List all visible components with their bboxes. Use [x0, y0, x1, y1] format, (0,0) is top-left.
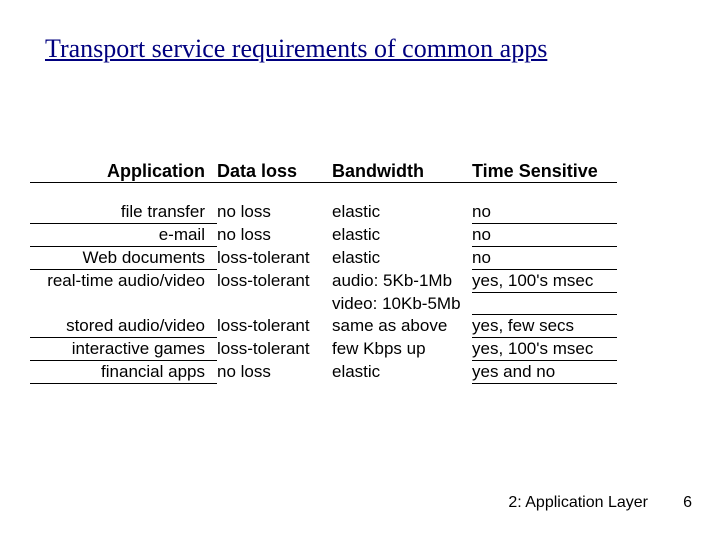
cell-loss: no loss — [217, 201, 332, 224]
cell-bw: audio: 5Kb-1Mb — [332, 270, 472, 293]
cell-loss: loss-tolerant — [217, 270, 332, 293]
cell-bw: elastic — [332, 201, 472, 224]
cell-app: e-mail — [30, 224, 217, 247]
table-row: stored audio/video loss-tolerant same as… — [30, 315, 617, 338]
cell-loss: no loss — [217, 224, 332, 247]
table-row: file transfer no loss elastic no — [30, 201, 617, 224]
table-row: e-mail no loss elastic no — [30, 224, 617, 247]
cell-ts: yes, 100's msec — [472, 338, 617, 361]
cell-app: Web documents — [30, 247, 217, 270]
table-header-row: Application Data loss Bandwidth Time Sen… — [30, 160, 617, 183]
slide-title: Transport service requirements of common… — [45, 34, 700, 64]
header-data-loss: Data loss — [217, 160, 332, 183]
cell-app — [30, 293, 217, 315]
cell-bw: elastic — [332, 361, 472, 384]
requirements-table: Application Data loss Bandwidth Time Sen… — [30, 160, 617, 384]
cell-loss: loss-tolerant — [217, 338, 332, 361]
table-row: financial apps no loss elastic yes and n… — [30, 361, 617, 384]
cell-ts — [472, 293, 617, 315]
header-application: Application — [30, 160, 217, 183]
cell-bw: few Kbps up — [332, 338, 472, 361]
footer-chapter: 2: Application Layer — [508, 494, 648, 512]
footer-page-number: 6 — [683, 494, 692, 512]
cell-ts: yes and no — [472, 361, 617, 384]
cell-ts: yes, 100's msec — [472, 270, 617, 293]
cell-app: real-time audio/video — [30, 270, 217, 293]
cell-ts: no — [472, 247, 617, 270]
cell-bw: elastic — [332, 247, 472, 270]
table-row: interactive games loss-tolerant few Kbps… — [30, 338, 617, 361]
cell-app: file transfer — [30, 201, 217, 224]
table-row: Web documents loss-tolerant elastic no — [30, 247, 617, 270]
cell-loss: loss-tolerant — [217, 315, 332, 338]
cell-ts: no — [472, 201, 617, 224]
cell-ts: yes, few secs — [472, 315, 617, 338]
cell-app: financial apps — [30, 361, 217, 384]
cell-loss: loss-tolerant — [217, 247, 332, 270]
header-bandwidth: Bandwidth — [332, 160, 472, 183]
table-row: video: 10Kb-5Mb — [30, 293, 617, 315]
cell-loss: no loss — [217, 361, 332, 384]
cell-ts: no — [472, 224, 617, 247]
cell-bw: video: 10Kb-5Mb — [332, 293, 472, 315]
cell-app: interactive games — [30, 338, 217, 361]
cell-bw: elastic — [332, 224, 472, 247]
cell-bw: same as above — [332, 315, 472, 338]
cell-loss — [217, 293, 332, 315]
header-time-sensitive: Time Sensitive — [472, 160, 617, 183]
cell-app: stored audio/video — [30, 315, 217, 338]
table-row: real-time audio/video loss-tolerant audi… — [30, 270, 617, 293]
